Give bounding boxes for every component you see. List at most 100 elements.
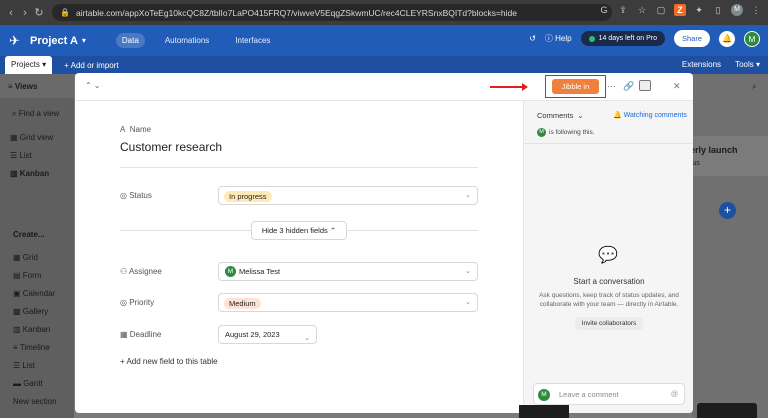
- views-toggle[interactable]: ≡ Views: [8, 82, 37, 91]
- app-header: ✈ Project A ▾ Data Automations Interface…: [0, 25, 768, 56]
- status-tag: In progress: [224, 191, 272, 202]
- user-avatar[interactable]: M: [744, 30, 760, 47]
- mention-icon[interactable]: @: [671, 391, 678, 398]
- watching-comments-button[interactable]: 🔔 Watching comments: [613, 111, 687, 119]
- avatar: M: [538, 389, 550, 401]
- watching-label: Watching comments: [623, 112, 687, 119]
- projects-tab-label: Projects: [11, 60, 40, 69]
- window-icon[interactable]: ▢: [655, 4, 667, 16]
- create-form[interactable]: ▤ Form: [13, 271, 41, 280]
- record-modal: ⌃⌄ Jibble in ··· 🔗 ✕ A Name Customer res…: [75, 73, 693, 413]
- trial-badge[interactable]: 14 days left on Pro: [580, 31, 665, 46]
- create-gallery[interactable]: ▩ Gallery: [13, 307, 48, 316]
- kanban-card[interactable]: erly launch rus: [680, 136, 768, 176]
- help-button[interactable]: ⓘ Help: [545, 33, 572, 44]
- views-sidebar: [0, 74, 74, 418]
- chevron-down-icon[interactable]: ▾: [82, 36, 86, 45]
- table-tabs-bar: Projects ▾ + Add or import Extensions To…: [0, 56, 768, 74]
- project-name[interactable]: Project A: [30, 35, 78, 47]
- chevron-down-icon: ⌄: [465, 299, 471, 306]
- google-icon[interactable]: G: [598, 4, 610, 16]
- deadline-value: August 29, 2023: [225, 330, 280, 339]
- divider: [524, 143, 693, 144]
- add-record-icon[interactable]: +: [719, 202, 736, 219]
- tooltip: [519, 405, 569, 418]
- chevron-down-icon: ⌄: [304, 335, 310, 342]
- chat-bubble-icon: 💬: [598, 247, 618, 264]
- link-icon[interactable]: 🔗: [623, 81, 634, 92]
- assignee-name: Melissa Test: [239, 267, 281, 276]
- comments-dropdown[interactable]: Comments ⌄: [537, 111, 584, 120]
- back-icon[interactable]: ‹: [4, 7, 18, 19]
- record-nav-arrows-icon[interactable]: ⌃⌄: [85, 81, 102, 90]
- history-icon[interactable]: ↺: [529, 34, 536, 43]
- record-title[interactable]: Customer research: [120, 140, 222, 154]
- modal-header: ⌃⌄ Jibble in ··· 🔗 ✕: [75, 73, 693, 101]
- view-kanban-label: Kanban: [19, 169, 50, 178]
- priority-select[interactable]: Medium ⌄: [218, 293, 478, 312]
- view-kanban[interactable]: ▥ Kanban: [10, 169, 49, 178]
- divider: [347, 230, 478, 231]
- create-calendar[interactable]: ▣ Calendar: [13, 289, 55, 298]
- add-import-button[interactable]: + Add or import: [64, 61, 118, 70]
- add-import-label: Add or import: [70, 60, 119, 70]
- close-icon[interactable]: ✕: [673, 81, 681, 92]
- priority-label-text: Priority: [129, 298, 155, 307]
- add-field-label: Add new field to this table: [126, 357, 218, 366]
- forward-icon[interactable]: ›: [18, 7, 32, 19]
- add-field-button[interactable]: + Add new field to this table: [120, 357, 218, 366]
- assignee-select[interactable]: M Melissa Test ⌄: [218, 262, 478, 281]
- create-new-section[interactable]: New section: [13, 397, 57, 406]
- tools-button[interactable]: Tools ▾: [735, 60, 760, 69]
- start-conversation-desc: Ask questions, keep track of status upda…: [539, 292, 679, 308]
- create-form-label: Form: [22, 271, 42, 280]
- lock-icon: 🔒: [60, 8, 70, 17]
- hide-hidden-fields-button[interactable]: Hide 3 hidden fields ⌃: [251, 221, 347, 240]
- share-page-icon[interactable]: ⇪: [617, 4, 629, 16]
- jibble-in-button[interactable]: Jibble in: [552, 79, 599, 94]
- create-timeline[interactable]: ≡ Timeline: [13, 343, 50, 352]
- airtable-logo-icon[interactable]: ✈: [9, 33, 25, 49]
- bell-icon[interactable]: 🔔: [719, 30, 735, 47]
- create-grid[interactable]: ▦ Grid: [13, 253, 38, 262]
- find-view-input[interactable]: ⌕ Find a view: [12, 109, 59, 119]
- create-gantt[interactable]: ▬ Gantt: [13, 379, 43, 388]
- status-dot-icon: [588, 35, 595, 42]
- tab-projects[interactable]: Projects ▾: [5, 56, 53, 74]
- hidden-fields-label: Hide 3 hidden fields: [261, 226, 328, 235]
- trial-label: 14 days left on Pro: [598, 35, 657, 42]
- share-button[interactable]: Share: [673, 30, 710, 47]
- tab-interfaces[interactable]: Interfaces: [229, 33, 276, 48]
- priority-tag: Medium: [224, 298, 261, 309]
- more-options-icon[interactable]: ···: [607, 81, 616, 91]
- create-kanban[interactable]: ▥ Kanban: [13, 325, 50, 334]
- extensions-puzzle-icon[interactable]: ✦: [693, 4, 705, 16]
- deadline-date-picker[interactable]: August 29, 2023 ⌄: [218, 325, 317, 344]
- search-icon[interactable]: ⌕: [752, 82, 756, 92]
- jibble-extension-icon[interactable]: Z: [674, 4, 686, 16]
- bookmark-star-icon[interactable]: ☆: [636, 4, 648, 16]
- reload-icon[interactable]: ↻: [32, 6, 46, 19]
- status-label-text: Status: [129, 191, 152, 200]
- kanban-card-title: erly launch: [690, 145, 738, 155]
- invite-collaborators-button[interactable]: Invite collaborators: [575, 317, 643, 330]
- start-conversation-title: Start a conversation: [573, 277, 645, 286]
- chrome-menu-icon[interactable]: ⋮: [750, 4, 762, 16]
- tab-automations[interactable]: Automations: [159, 33, 215, 48]
- profile-avatar[interactable]: M: [731, 4, 743, 16]
- address-bar[interactable]: 🔒 airtable.com/appXoTeEg10kcQC8Z/tblIo7L…: [52, 4, 612, 21]
- assignee-field-label: ⚇ Assignee: [120, 267, 162, 276]
- tab-data[interactable]: Data: [115, 33, 145, 48]
- kanban-background: [692, 74, 768, 418]
- sidepanel-icon[interactable]: ▯: [712, 4, 724, 16]
- comment-input[interactable]: M Leave a comment @: [533, 383, 685, 405]
- status-select[interactable]: In progress ⌄: [218, 186, 478, 205]
- comments-title: Comments: [537, 111, 574, 120]
- comment-toggle-icon[interactable]: [639, 80, 651, 91]
- create-list[interactable]: ☰ List: [13, 361, 35, 370]
- view-grid[interactable]: ▦ Grid view: [10, 133, 53, 142]
- view-grid-label: Grid view: [19, 133, 54, 142]
- extensions-button[interactable]: Extensions: [682, 60, 721, 69]
- find-view-placeholder: Find a view: [18, 109, 60, 118]
- view-list[interactable]: ☰ List: [10, 151, 32, 160]
